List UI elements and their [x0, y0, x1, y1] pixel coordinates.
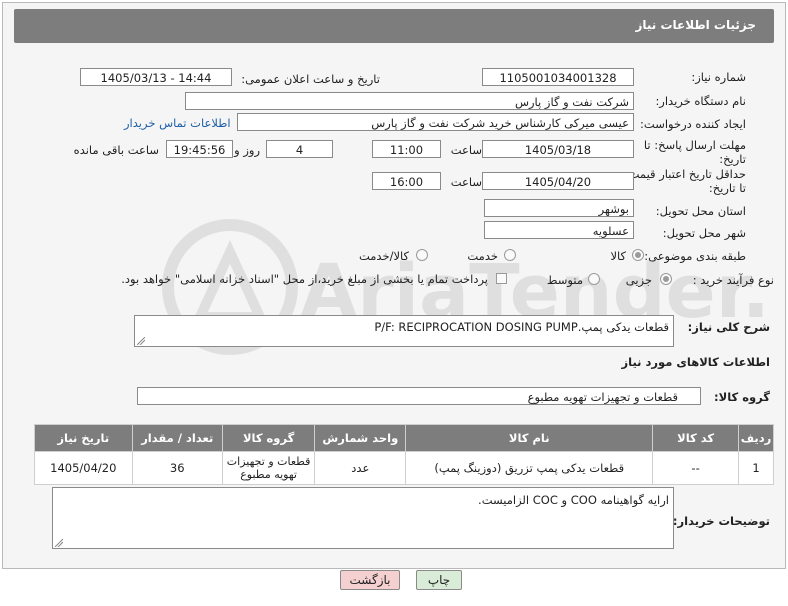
- goods-group-field: قطعات و تجهیزات تهویه مطبوع: [137, 387, 701, 405]
- back-button[interactable]: بازگشت: [340, 570, 400, 590]
- process-medium-radio[interactable]: [588, 273, 600, 285]
- buyer-contact-link[interactable]: اطلاعات تماس خریدار: [124, 116, 231, 130]
- validity-label: حداقل تاریخ اعتبار قیمت: تا تاریخ:: [624, 167, 746, 195]
- goods-group-label: گروه کالا:: [714, 390, 770, 404]
- creator-label: ایجاد کننده درخواست:: [640, 117, 746, 131]
- announce-field: 1405/03/13 - 14:44: [80, 68, 232, 86]
- header-quantity: تعداد / مقدار: [131, 424, 223, 452]
- cell-quantity: 36: [131, 451, 223, 485]
- deadline-date-field: 1405/03/18: [482, 140, 634, 158]
- process-minor-label: جزیی: [625, 273, 652, 287]
- city-field: عسلویه: [484, 221, 634, 239]
- process-minor-radio[interactable]: [660, 273, 672, 285]
- summary-textarea[interactable]: قطعات یدکی پمپ.P/F: RECIPROCATION DOSING…: [134, 315, 674, 347]
- items-table-header: تاریخ نیاز تعداد / مقدار گروه کالا واحد …: [34, 424, 774, 452]
- cell-goods-name: قطعات یدکی پمپ تزریق (دوزینگ پمپ): [405, 451, 654, 485]
- deadline-time-field: 11:00: [372, 140, 441, 158]
- province-field: بوشهر: [484, 199, 634, 217]
- header-goods-code: کد کالا: [652, 424, 740, 452]
- treasury-payment-note: پرداخت تمام یا بخشی از مبلغ خرید،از محل …: [121, 272, 488, 286]
- category-service-radio[interactable]: [504, 249, 516, 261]
- header-goods-group: گروه کالا: [221, 424, 316, 452]
- category-both-label: کالا/خدمت: [358, 249, 409, 263]
- print-button[interactable]: چاپ: [416, 570, 462, 590]
- panel-title: جزئیات اطلاعات نیاز: [635, 18, 756, 32]
- header-row: ردیف: [738, 424, 774, 452]
- city-label: شهر محل تحویل:: [662, 226, 746, 240]
- validity-time-field: 16:00: [372, 172, 441, 190]
- process-label: نوع فرآیند خرید :: [692, 273, 774, 287]
- creator-field: عیسی میرکی کارشناس خرید شرکت نفت و گاز پ…: [237, 113, 634, 131]
- province-label: استان محل تحویل:: [655, 204, 746, 218]
- panel-title-bar: جزئیات اطلاعات نیاز: [14, 9, 774, 43]
- process-medium-label: متوسط: [546, 273, 583, 287]
- resize-grip-icon[interactable]: [137, 337, 145, 345]
- category-both-radio[interactable]: [416, 249, 428, 261]
- cell-goods-group: قطعات و تجهیزات تهویه مطبوع: [221, 451, 316, 485]
- goods-info-heading: اطلاعات کالاهای مورد نیاز: [621, 355, 770, 369]
- deadline-time-label: ساعت: [450, 143, 482, 157]
- announce-label: تاریخ و ساعت اعلان عمومی:: [241, 72, 380, 86]
- deadline-label: مهلت ارسال پاسخ: تا تاریخ:: [643, 138, 746, 166]
- cell-need-date: 1405/04/20: [34, 451, 133, 485]
- category-goods-radio[interactable]: [632, 249, 644, 261]
- buyer-field: شرکت نفت و گاز پارس: [185, 92, 634, 110]
- category-label: طبقه بندی موضوعی:: [644, 249, 746, 263]
- remaining-time-field: 19:45:56: [166, 140, 233, 158]
- validity-date-field: 1405/04/20: [482, 172, 634, 190]
- summary-label: شرح کلی نیاز:: [687, 320, 770, 334]
- cell-goods-code: --: [652, 451, 740, 485]
- summary-text: قطعات یدکی پمپ.P/F: RECIPROCATION DOSING…: [374, 320, 669, 334]
- cell-unit: عدد: [314, 451, 407, 485]
- items-table: تاریخ نیاز تعداد / مقدار گروه کالا واحد …: [34, 424, 774, 485]
- header-unit: واحد شمارش: [314, 424, 407, 452]
- category-service-label: خدمت: [467, 249, 498, 263]
- notes-textarea[interactable]: ارایه گواهینامه COO و COC الزامیست.: [52, 487, 674, 549]
- notes-label: توضیحات خریدار:: [672, 514, 770, 528]
- header-goods-name: نام کالا: [405, 424, 654, 452]
- category-goods-label: کالا: [610, 249, 626, 263]
- table-row: 1405/04/20 36 قطعات و تجهیزات تهویه مطبو…: [34, 451, 774, 485]
- header-need-date: تاریخ نیاز: [34, 424, 133, 452]
- need-number-label: شماره نیاز:: [691, 70, 746, 84]
- notes-text: ارایه گواهینامه COO و COC الزامیست.: [478, 493, 669, 507]
- cell-row: 1: [738, 451, 774, 485]
- validity-time-label: ساعت: [450, 175, 482, 189]
- remaining-label: ساعت باقی مانده: [73, 143, 159, 157]
- treasury-payment-checkbox[interactable]: [496, 273, 507, 284]
- days-field: 4: [266, 140, 333, 158]
- need-number-field: 1105001034001328: [482, 68, 634, 86]
- resize-grip-icon[interactable]: [55, 539, 63, 547]
- buyer-label: نام دستگاه خریدار:: [655, 94, 746, 108]
- days-label: روز و: [234, 143, 260, 157]
